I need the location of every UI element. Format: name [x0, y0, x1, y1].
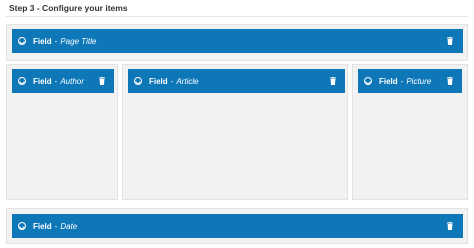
trash-icon[interactable] — [330, 77, 336, 85]
field-prefix: Field — [379, 76, 398, 86]
field-date[interactable]: Field - Date — [12, 214, 463, 238]
field-prefix: Field — [33, 76, 52, 86]
trash-icon[interactable] — [447, 37, 453, 45]
collapse-icon[interactable] — [134, 77, 142, 85]
trash-icon[interactable] — [99, 77, 105, 85]
field-picture[interactable]: Field - Picture — [358, 69, 462, 93]
field-separator: - — [170, 76, 174, 86]
trash-icon[interactable] — [447, 77, 453, 85]
field-name: Date — [60, 221, 78, 231]
field-name: Article — [176, 76, 199, 86]
collapse-icon[interactable] — [18, 222, 26, 230]
trash-icon[interactable] — [447, 222, 453, 230]
field-page-title[interactable]: Field - Page Title — [12, 29, 463, 53]
field-separator: - — [400, 76, 404, 86]
step-title: Step 3 - Configure your items — [9, 3, 128, 13]
divider — [6, 16, 468, 17]
field-separator: - — [54, 76, 58, 86]
field-author[interactable]: Field - Author — [12, 69, 114, 93]
field-prefix: Field — [33, 221, 52, 231]
collapse-icon[interactable] — [18, 37, 26, 45]
collapse-icon[interactable] — [18, 77, 26, 85]
collapse-icon[interactable] — [364, 77, 372, 85]
field-prefix: Field — [149, 76, 168, 86]
field-article[interactable]: Field - Article — [128, 69, 345, 93]
field-name: Picture — [406, 76, 432, 86]
field-prefix: Field — [33, 36, 52, 46]
field-separator: - — [54, 221, 58, 231]
field-name: Page Title — [60, 36, 97, 46]
field-name: Author — [60, 76, 84, 86]
field-separator: - — [54, 36, 58, 46]
